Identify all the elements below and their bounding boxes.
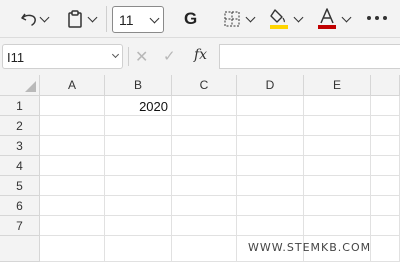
cell-a3[interactable] [40, 136, 105, 156]
cell-a6[interactable] [40, 196, 105, 216]
name-box-chevron-icon[interactable] [111, 50, 120, 59]
cell-a2[interactable] [40, 116, 105, 136]
bold-button[interactable]: G [184, 9, 197, 29]
font-size-value: 11 [119, 12, 134, 28]
cell-x4[interactable] [371, 156, 400, 176]
name-box[interactable]: I11 [2, 44, 123, 69]
cell-e7[interactable] [304, 216, 371, 236]
spreadsheet-app: 11 G I11 ✕ ✓ fx A B C D E 1 2020 2 3 4 5… [0, 0, 400, 262]
cell-e6[interactable] [304, 196, 371, 216]
cancel-icon[interactable]: ✕ [135, 47, 148, 67]
name-box-value: I11 [7, 50, 25, 65]
cell-a1[interactable] [40, 96, 105, 116]
cell-c2[interactable] [172, 116, 237, 136]
clipboard-icon [68, 10, 82, 28]
font-color-icon [318, 8, 336, 29]
column-header-e[interactable]: E [304, 75, 371, 96]
cell-cn[interactable] [172, 236, 237, 262]
cell-c3[interactable] [172, 136, 237, 156]
cell-value-b1: 2020 [139, 99, 168, 114]
fill-bucket-icon [270, 9, 288, 29]
cell-e5[interactable] [304, 176, 371, 196]
paste-button[interactable] [60, 0, 90, 38]
undo-icon [21, 13, 36, 26]
cell-e3[interactable] [304, 136, 371, 156]
font-size-chevron-icon[interactable] [149, 13, 160, 24]
row-header-7[interactable]: 7 [0, 216, 40, 236]
row-header-3[interactable]: 3 [0, 136, 40, 156]
formula-bar-separator [128, 47, 129, 66]
cell-b2[interactable] [105, 116, 172, 136]
sheet-grid: A B C D E 1 2020 2 3 4 5 6 7 [0, 75, 400, 262]
formula-bar: I11 ✕ ✓ fx [0, 38, 400, 75]
cell-d6[interactable] [237, 196, 304, 216]
column-header-c[interactable]: C [172, 75, 237, 96]
borders-dropdown-chevron-icon[interactable] [245, 12, 256, 23]
select-all-corner[interactable] [0, 75, 40, 96]
row-header-6[interactable]: 6 [0, 196, 40, 216]
row-header-partial[interactable] [0, 236, 40, 262]
cell-x2[interactable] [371, 116, 400, 136]
cell-a7[interactable] [40, 216, 105, 236]
cell-d5[interactable] [237, 176, 304, 196]
fill-color-button[interactable] [266, 0, 292, 38]
font-size-select[interactable]: 11 [112, 6, 164, 33]
borders-icon [224, 11, 240, 27]
cell-d7[interactable] [237, 216, 304, 236]
row-header-5[interactable]: 5 [0, 176, 40, 196]
cell-d3[interactable] [237, 136, 304, 156]
cell-c4[interactable] [172, 156, 237, 176]
watermark-text: WWW.STEMKB.COM [248, 241, 372, 254]
enter-check-icon[interactable]: ✓ [163, 47, 176, 65]
cell-x7[interactable] [371, 216, 400, 236]
cell-x3[interactable] [371, 136, 400, 156]
fill-color-dropdown-chevron-icon[interactable] [293, 12, 304, 23]
cell-b4[interactable] [105, 156, 172, 176]
formula-input[interactable] [219, 44, 400, 69]
cell-e4[interactable] [304, 156, 371, 176]
cell-d4[interactable] [237, 156, 304, 176]
cell-c1[interactable] [172, 96, 237, 116]
cell-d1[interactable] [237, 96, 304, 116]
cell-x5[interactable] [371, 176, 400, 196]
toolbar-separator [106, 6, 107, 32]
ribbon-toolbar: 11 G [0, 0, 400, 38]
cell-bn[interactable] [105, 236, 172, 262]
cell-xn[interactable] [371, 236, 400, 262]
column-header-b[interactable]: B [105, 75, 172, 96]
cell-b1[interactable]: 2020 [105, 96, 172, 116]
undo-button[interactable] [14, 0, 44, 38]
cell-e2[interactable] [304, 116, 371, 136]
cell-b3[interactable] [105, 136, 172, 156]
column-header-d[interactable]: D [237, 75, 304, 96]
cell-d2[interactable] [237, 116, 304, 136]
cell-an[interactable] [40, 236, 105, 262]
cell-c6[interactable] [172, 196, 237, 216]
cell-x1[interactable] [371, 96, 400, 116]
column-header-partial[interactable] [371, 75, 400, 96]
cell-c5[interactable] [172, 176, 237, 196]
borders-button[interactable] [220, 0, 244, 38]
more-options-icon[interactable] [367, 16, 387, 20]
cell-a4[interactable] [40, 156, 105, 176]
font-color-dropdown-chevron-icon[interactable] [341, 12, 352, 23]
cell-b6[interactable] [105, 196, 172, 216]
row-header-2[interactable]: 2 [0, 116, 40, 136]
row-header-4[interactable]: 4 [0, 156, 40, 176]
cell-b5[interactable] [105, 176, 172, 196]
row-header-1[interactable]: 1 [0, 96, 40, 116]
column-header-a[interactable]: A [40, 75, 105, 96]
font-color-button[interactable] [314, 0, 340, 38]
cell-a5[interactable] [40, 176, 105, 196]
cell-e1[interactable] [304, 96, 371, 116]
cell-x6[interactable] [371, 196, 400, 216]
cell-b7[interactable] [105, 216, 172, 236]
cell-c7[interactable] [172, 216, 237, 236]
insert-function-icon[interactable]: fx [194, 47, 207, 63]
